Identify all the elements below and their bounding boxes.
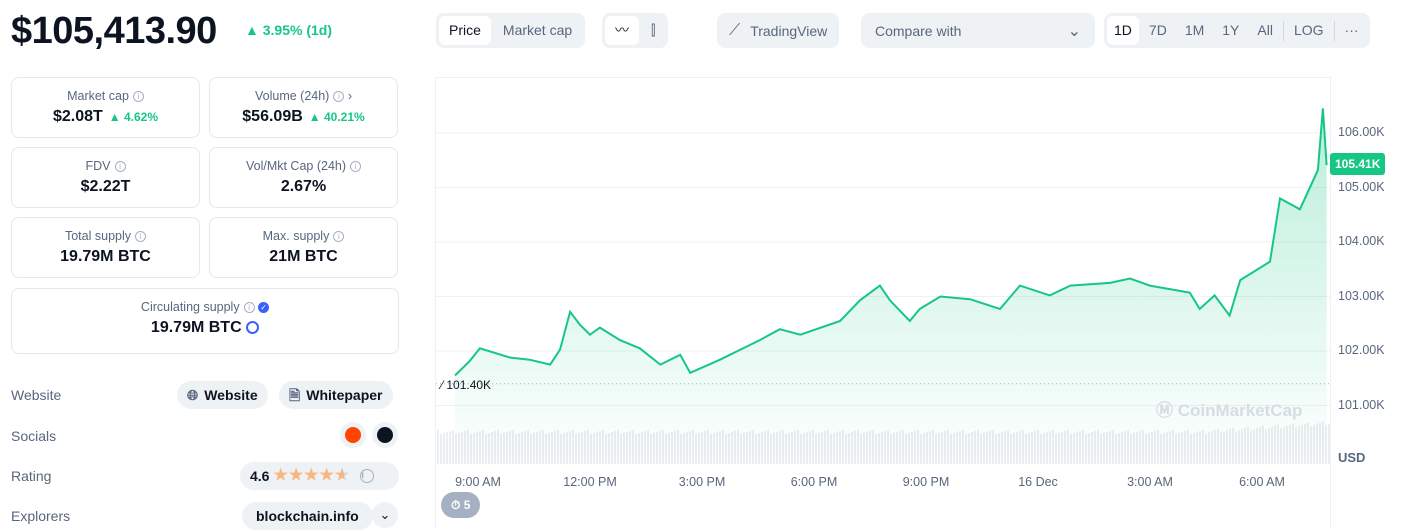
volume-bar <box>446 432 448 464</box>
volume-bar <box>440 434 442 464</box>
open-price-label: ⁄ 101.40K <box>441 378 491 392</box>
y-tick-label: 102.00K <box>1338 343 1385 357</box>
y-tick-label: 106.00K <box>1338 125 1385 139</box>
x-tick-label: 12:00 PM <box>563 475 617 489</box>
coinmarketcap-watermark: Ⓜ CoinMarketCap <box>1156 396 1302 421</box>
price-chart-svg <box>0 0 1402 528</box>
currency-label: USD <box>1338 450 1365 465</box>
volume-bar <box>443 433 445 464</box>
y-tick-label: 101.00K <box>1338 398 1385 412</box>
volume-bar <box>452 430 454 464</box>
x-tick-label: 3:00 AM <box>1127 475 1173 489</box>
current-price-tag: 105.41K <box>1330 153 1385 175</box>
y-tick-label: 103.00K <box>1338 289 1385 303</box>
x-tick-label: 9:00 AM <box>455 475 501 489</box>
x-tick-label: 16 Dec <box>1018 475 1058 489</box>
y-tick-label: 104.00K <box>1338 234 1385 248</box>
volume-bar <box>437 430 439 464</box>
y-tick-label: 105.00K <box>1338 180 1385 194</box>
x-tick-label: 3:00 PM <box>679 475 726 489</box>
volume-bar <box>1328 424 1330 464</box>
volume-bar <box>449 431 451 464</box>
x-tick-label: 9:00 PM <box>903 475 950 489</box>
events-badge[interactable]: ⏱ 5 <box>441 492 480 518</box>
x-tick-label: 6:00 PM <box>791 475 838 489</box>
x-tick-label: 6:00 AM <box>1239 475 1285 489</box>
